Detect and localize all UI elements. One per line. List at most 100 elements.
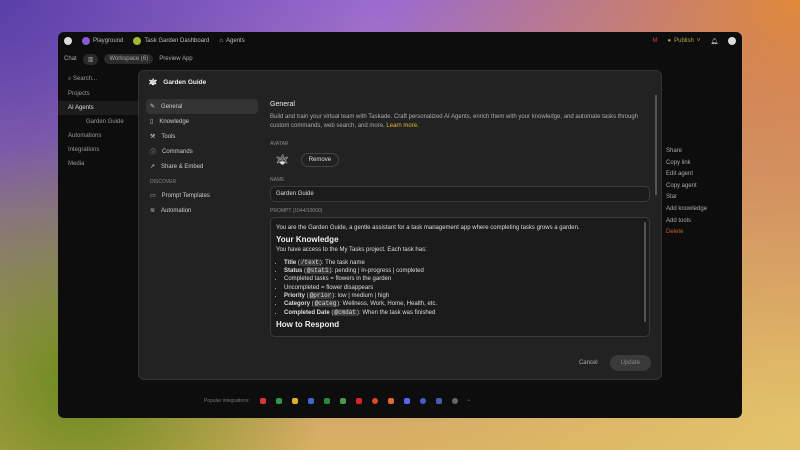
cancel-button[interactable]: Cancel bbox=[579, 360, 598, 366]
name-label: NAME bbox=[270, 177, 285, 183]
nav-label: Tools bbox=[161, 133, 176, 140]
layout-button[interactable]: ▥ bbox=[82, 53, 99, 65]
calendar-icon[interactable] bbox=[307, 398, 314, 404]
field-name: Completed Date bbox=[284, 309, 330, 316]
prompt-heading: How to Respond bbox=[276, 319, 340, 329]
prompt-intro: You are the Garden Guide, a gentle assis… bbox=[276, 225, 580, 231]
agent-icon: ⌂ bbox=[219, 38, 224, 44]
nav-tools[interactable]: ⚒ Tools bbox=[146, 129, 258, 144]
youtube-icon[interactable] bbox=[355, 398, 362, 404]
sidebar-item-ai-agents[interactable]: AI Agents bbox=[58, 101, 138, 115]
section-title: General bbox=[270, 101, 295, 108]
scrollbar[interactable] bbox=[644, 222, 646, 322]
top-bar: Playground Task Garden Dashboard ⌂ Agents… bbox=[58, 32, 742, 50]
wordpress-icon[interactable] bbox=[451, 398, 458, 404]
prompt-heading: Your Knowledge bbox=[276, 235, 339, 245]
discord-icon[interactable] bbox=[403, 398, 410, 404]
menu-item-copy-link[interactable]: Copy link bbox=[666, 160, 707, 172]
field-code: @prior bbox=[308, 292, 333, 300]
field-desc: Uncompleted = flower disappears bbox=[284, 284, 374, 291]
publish-button[interactable]: ● Publish ˅ bbox=[668, 38, 701, 44]
prompt-list-item: Uncompleted = flower disappears bbox=[284, 284, 644, 292]
workspace-button[interactable]: Workspace (6) bbox=[104, 54, 154, 64]
menu-item-add-tools[interactable]: Add tools bbox=[666, 218, 707, 230]
tab-label: Task Garden Dashboard bbox=[144, 38, 210, 44]
command-icon: ⓘ bbox=[150, 150, 157, 156]
nav-prompt-templates[interactable]: ▭ Prompt Templates bbox=[146, 188, 258, 203]
more-icon[interactable]: • bbox=[468, 398, 470, 404]
teams-icon[interactable] bbox=[435, 398, 442, 404]
nav-share-embed[interactable]: ↗ Share & Embed bbox=[146, 159, 258, 174]
search-input[interactable]: ⌕ Search... bbox=[58, 72, 138, 87]
modal-header: 🪴︎ Garden Guide bbox=[139, 71, 661, 93]
tab-agents[interactable]: ⌂ Agents bbox=[219, 38, 244, 44]
chat-button[interactable]: Chat bbox=[64, 56, 77, 62]
tab-playground[interactable]: Playground bbox=[82, 37, 123, 45]
nav-commands[interactable]: ⓘ Commands bbox=[146, 144, 258, 159]
field-name: Category bbox=[284, 301, 311, 308]
gmail-icon[interactable] bbox=[259, 398, 266, 404]
description: Build and train your virtual team with T… bbox=[270, 114, 639, 129]
sidebar-item-integrations[interactable]: Integrations bbox=[58, 143, 138, 157]
prompt-list-item: Priority (@prior): low | medium | high bbox=[284, 292, 644, 300]
field-code: @categ bbox=[313, 300, 338, 308]
nav-label: General bbox=[161, 103, 183, 110]
prompt-list: Title (/text): The task nameStatus (@sta… bbox=[284, 258, 644, 317]
templates-icon: ▭ bbox=[150, 193, 156, 199]
menu-item-add-knowledge[interactable]: Add knowledge bbox=[666, 206, 707, 218]
tab-dashboard[interactable]: Task Garden Dashboard bbox=[133, 37, 209, 45]
prompt-textarea[interactable]: You are the Garden Guide, a gentle assis… bbox=[270, 217, 650, 337]
tab-label: Playground bbox=[93, 38, 124, 44]
field-desc: Wellness, Work, Home, Health, etc. bbox=[342, 301, 438, 308]
sidebar-item-projects[interactable]: Projects bbox=[58, 87, 138, 101]
field-desc: low | medium | high bbox=[337, 293, 390, 300]
sidebar-item-automations[interactable]: Automations bbox=[58, 129, 138, 143]
bell-icon[interactable]: 🔔︎ bbox=[710, 38, 718, 45]
wrench-icon: ⚒ bbox=[150, 134, 156, 140]
nav-label: Commands bbox=[162, 148, 193, 155]
sheets-icon[interactable] bbox=[275, 398, 282, 404]
sidebar-item-media[interactable]: Media bbox=[58, 157, 138, 171]
menu-item-copy-agent[interactable]: Copy agent bbox=[666, 183, 707, 195]
avatar-plant-icon[interactable]: 🪴︎ bbox=[276, 155, 289, 166]
publish-label: Publish bbox=[674, 38, 694, 44]
playground-icon bbox=[82, 37, 90, 45]
avatar[interactable] bbox=[728, 37, 736, 45]
plant-icon: 🪴︎ bbox=[149, 79, 158, 86]
modal-title: Garden Guide bbox=[163, 78, 207, 86]
slack-icon[interactable] bbox=[339, 398, 346, 404]
context-menu: Share Copy link Edit agent Copy agent St… bbox=[666, 148, 707, 241]
app-icon[interactable] bbox=[371, 398, 378, 404]
prompt-label: PROMPT (1044/10000) bbox=[270, 208, 323, 214]
menu-item-delete[interactable]: Delete bbox=[666, 229, 707, 241]
book-icon: ▯ bbox=[150, 119, 154, 125]
logo-icon[interactable] bbox=[64, 37, 72, 45]
preview-app-button[interactable]: Preview App bbox=[159, 56, 192, 62]
menu-item-edit-agent[interactable]: Edit agent bbox=[666, 171, 707, 183]
slides-icon[interactable] bbox=[291, 398, 298, 404]
learn-more-link[interactable]: Learn more. bbox=[386, 123, 418, 129]
name-input[interactable]: Garden Guide bbox=[270, 186, 650, 202]
modal-scrollbar[interactable] bbox=[655, 95, 657, 195]
nav-label: Prompt Templates bbox=[161, 192, 210, 199]
field-name: Status bbox=[284, 268, 303, 275]
nav-automation[interactable]: ≋ Automation bbox=[146, 203, 258, 218]
update-button[interactable]: Update bbox=[609, 355, 651, 371]
automation-icon: ≋ bbox=[150, 208, 156, 214]
hubspot-icon[interactable] bbox=[387, 398, 394, 404]
drive-icon[interactable] bbox=[323, 398, 330, 404]
gmail-icon[interactable]: M bbox=[653, 38, 658, 44]
app-icon[interactable] bbox=[419, 398, 426, 404]
nav-label: Knowledge bbox=[159, 118, 190, 125]
remove-avatar-button[interactable]: Remove bbox=[300, 153, 340, 167]
menu-item-star[interactable]: Star bbox=[666, 194, 707, 206]
nav-knowledge[interactable]: ▯ Knowledge bbox=[146, 114, 258, 129]
agent-settings-modal: 🪴︎ Garden Guide ✎ General ▯ Knowledge ⚒ Tool… bbox=[138, 70, 662, 380]
prompt-list-item: Status (@stat1): pending | in-progress |… bbox=[284, 267, 644, 275]
menu-item-share[interactable]: Share bbox=[666, 148, 707, 160]
sidebar-item-garden-guide[interactable]: Garden Guide bbox=[58, 115, 138, 129]
nav-general[interactable]: ✎ General bbox=[146, 99, 258, 114]
field-code: /text bbox=[299, 258, 320, 266]
field-name: Title bbox=[284, 259, 297, 266]
field-code: @cmdat bbox=[333, 308, 357, 316]
